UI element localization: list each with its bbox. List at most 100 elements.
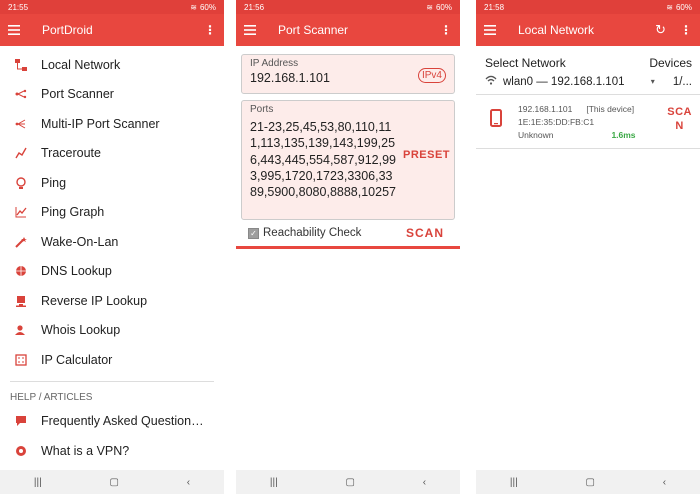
wifi-icon: ≋	[426, 2, 433, 12]
drawer-item-ip-calculator[interactable]: IP Calculator	[0, 345, 224, 375]
drawer-item-port-scanner[interactable]: Port Scanner	[0, 80, 224, 110]
divider	[236, 246, 460, 249]
drawer-item-frequently-asked-question[interactable]: Frequently Asked Question…	[0, 407, 224, 437]
dropdown-arrow-icon: ▾	[650, 77, 655, 86]
app-bar: PortDroid ⋮	[0, 14, 224, 46]
whois-icon	[15, 324, 27, 336]
help-section-header: HELP / ARTICLES	[10, 391, 93, 403]
back-icon[interactable]: ‹	[663, 477, 666, 488]
home-icon[interactable]: ▢	[109, 477, 118, 488]
scan-button[interactable]: SCAN	[406, 226, 444, 240]
ip-address-field[interactable]: IP Address 192.168.1.101 IPv4	[241, 54, 455, 94]
home-icon[interactable]: ▢	[345, 477, 354, 488]
refresh-icon[interactable]: ↻	[655, 22, 666, 38]
status-bar: 21:58 ≋ 60%	[476, 0, 700, 14]
drawer-item-ping-graph[interactable]: Ping Graph	[0, 198, 224, 228]
ip-address-label: IP Address	[250, 58, 299, 69]
drawer-item-label: Traceroute	[41, 146, 101, 161]
select-network-label: Select Network	[485, 56, 566, 70]
drawer-item-label: Local Network	[41, 57, 121, 72]
back-icon[interactable]: ‹	[187, 477, 190, 488]
recent-apps-icon[interactable]: |||	[510, 477, 518, 488]
hamburger-menu-icon[interactable]	[484, 25, 504, 35]
overflow-menu-icon[interactable]: ⋮	[440, 23, 452, 37]
ping-icon	[15, 177, 27, 189]
wifi-icon	[485, 75, 497, 88]
devices-count: 1/...	[672, 75, 692, 88]
scan-label-line2: N	[675, 120, 684, 132]
wake-on-lan-icon	[15, 236, 27, 248]
drawer-item-reverse-ip-lookup[interactable]: Reverse IP Lookup	[0, 286, 224, 316]
back-icon[interactable]: ‹	[423, 477, 426, 488]
drawer-item-label: Wake-On-Lan	[41, 234, 119, 249]
drawer-item-label: Multi-IP Port Scanner	[41, 116, 160, 131]
battery-label: 60%	[435, 2, 452, 12]
drawer-item-label: Ping Graph	[41, 205, 105, 220]
multi-ip-icon	[15, 118, 27, 130]
local-network-icon	[15, 58, 27, 71]
drawer-item-traceroute[interactable]: Traceroute	[0, 139, 224, 169]
status-time: 21:55	[8, 2, 29, 12]
drawer-item-wake-on-lan[interactable]: Wake-On-Lan	[0, 227, 224, 257]
drawer-item-label: Whois Lookup	[41, 323, 121, 338]
screen-title: Port Scanner	[278, 23, 349, 37]
device-latency: 1.6ms	[611, 130, 636, 140]
port-scanner-screen: 21:56 ≋ 60% Port Scanner ⋮ IP Address 192…	[236, 0, 460, 494]
drawer-item-dns-lookup[interactable]: DNS Lookup	[0, 257, 224, 287]
scan-device-button[interactable]: SCA N	[667, 105, 692, 133]
app-bar: Local Network ↻ ⋮	[476, 14, 700, 46]
wifi-icon: ≋	[666, 2, 673, 12]
portdroid-drawer-screen: 21:55 ≋ 60% PortDroid ⋮ Local Network Port…	[0, 0, 224, 494]
drawer-item-what-is-a-vpn[interactable]: What is a VPN?	[0, 436, 224, 466]
device-vendor: Unknown	[518, 130, 554, 140]
drawer-item-whois-lookup[interactable]: Whois Lookup	[0, 316, 224, 346]
drawer-item-label: DNS Lookup	[41, 264, 112, 279]
reverse-ip-icon	[15, 295, 27, 307]
drawer-item-label: What is a VPN?	[41, 443, 130, 458]
device-list-item[interactable]: 192.168.1.101 [This device] 1E:1E:35:DD:F…	[476, 95, 700, 149]
drawer-item-multi-ip-port-scanner[interactable]: Multi-IP Port Scanner	[0, 109, 224, 139]
status-bar: 21:56 ≋ 60%	[236, 0, 460, 14]
drawer-item-label: Port Scanner	[41, 87, 114, 102]
drawer-item-label: Ping	[41, 175, 67, 190]
battery-label: 60%	[199, 2, 216, 12]
traceroute-icon	[15, 147, 27, 159]
battery-label: 60%	[675, 2, 692, 12]
overflow-menu-icon[interactable]: ⋮	[680, 23, 692, 37]
reachability-checkbox[interactable]: ✓	[248, 227, 259, 239]
home-icon[interactable]: ▢	[585, 477, 594, 488]
dns-icon	[15, 265, 27, 277]
status-time: 21:56	[244, 2, 265, 12]
drawer-item-label: IP Calculator	[41, 352, 113, 367]
hamburger-menu-icon[interactable]	[244, 25, 264, 35]
network-selector[interactable]: wlan0 — 192.168.1.101 ▾ 1/...	[476, 73, 700, 95]
ports-label: Ports	[250, 104, 274, 115]
android-nav-bar: ||| ▢ ‹	[0, 470, 224, 494]
device-tag: [This device]	[586, 104, 635, 114]
device-mac: 1E:1E:35:DD:FB:C1	[518, 117, 595, 127]
network-value: wlan0 — 192.168.1.101	[503, 75, 625, 88]
reachability-row: ✓ Reachability Check SCAN	[236, 220, 460, 246]
devices-label: Devices	[649, 56, 692, 70]
recent-apps-icon[interactable]: |||	[270, 477, 278, 488]
overflow-menu-icon[interactable]: ⋮	[204, 23, 216, 37]
android-nav-bar: ||| ▢ ‹	[236, 470, 460, 494]
status-time: 21:58	[484, 2, 505, 12]
app-bar: Port Scanner ⋮	[236, 14, 460, 46]
status-bar: 21:55 ≋ 60%	[0, 0, 224, 14]
calculator-icon	[15, 354, 27, 366]
port-scanner-icon	[15, 88, 27, 100]
local-network-screen: 21:58 ≋ 60% Local Network ↻ ⋮ Select Netw…	[476, 0, 700, 494]
recent-apps-icon[interactable]: |||	[34, 477, 42, 488]
ipv4-toggle-button[interactable]: IPv4	[417, 68, 446, 83]
ports-value: 21-23,25,45,53,80,110,111,113,135,139,14…	[250, 120, 396, 200]
hamburger-menu-icon[interactable]	[8, 25, 28, 35]
drawer-item-ping[interactable]: Ping	[0, 168, 224, 198]
drawer-item-local-network[interactable]: Local Network	[0, 50, 224, 80]
smartphone-icon	[490, 109, 504, 142]
screen-title: Local Network	[518, 23, 595, 37]
drawer-item-label: Frequently Asked Question…	[41, 414, 204, 429]
preset-button[interactable]: PRESET	[403, 149, 450, 161]
app-title: PortDroid	[42, 23, 93, 37]
ports-field[interactable]: Ports 21-23,25,45,53,80,110,111,113,135,…	[241, 100, 455, 220]
